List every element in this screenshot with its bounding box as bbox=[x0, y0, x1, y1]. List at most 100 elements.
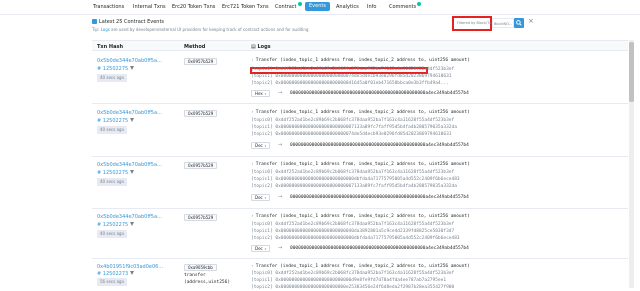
col-logs-label: Logs bbox=[257, 44, 271, 50]
filter-icon[interactable] bbox=[130, 170, 135, 174]
topic2: [topic2] 0x000000000000000000000000000db… bbox=[251, 236, 460, 241]
tx-hash-link[interactable]: 0x4b01951f9c03ad0e06... bbox=[97, 264, 163, 270]
arrow-right-icon: → bbox=[278, 245, 283, 251]
block-link[interactable]: # 12502275 bbox=[97, 170, 135, 176]
tab-internal-txns[interactable]: Internal Txns bbox=[133, 3, 166, 13]
verified-dot-icon bbox=[297, 2, 302, 6]
decode-select[interactable]: Dec bbox=[251, 142, 271, 149]
filter-icon[interactable] bbox=[130, 66, 135, 70]
chevron-right-icon[interactable]: › bbox=[251, 264, 254, 269]
events-summary: Latest 25 Contract Events bbox=[92, 19, 164, 25]
tx-hash-link[interactable]: 0x5b0de344e70ab0ff5a... bbox=[97, 110, 162, 116]
tab-events[interactable]: Events bbox=[305, 2, 330, 11]
method-badge: 0x0957b529 bbox=[184, 58, 218, 65]
event-signature: › Transfer (index_topic_1 address from, i… bbox=[251, 110, 470, 115]
age-badge: 40 secs ago bbox=[97, 230, 127, 238]
age-badge: 56 secs ago bbox=[97, 278, 127, 286]
log-data-value: 0000000000000000000000000000000000000000… bbox=[290, 195, 469, 200]
decode-select[interactable]: Hex bbox=[251, 90, 271, 97]
search-icon bbox=[516, 20, 522, 26]
event-signature: › Transfer (index_topic_1 address from, i… bbox=[251, 162, 470, 167]
chevron-right-icon[interactable]: › bbox=[251, 58, 254, 63]
table-header: Txn Hash Method ▤ Logs bbox=[92, 40, 628, 51]
row-divider bbox=[92, 156, 628, 157]
block-number: # 12502275 bbox=[97, 170, 129, 176]
topic2: [topic2] 0x000000000000000000000000074de… bbox=[251, 132, 452, 137]
topic1: [topic1] 0x000000000000000000000000040da… bbox=[251, 229, 455, 234]
filter-input[interactable]: BlockNO... bbox=[492, 18, 514, 28]
log-data-value: 0000000000000000000000000000000000000000… bbox=[290, 143, 469, 148]
method-badge: 0xa9059cbb bbox=[184, 264, 217, 271]
comments-dot-icon bbox=[417, 2, 422, 6]
row-divider bbox=[92, 208, 628, 209]
tx-hash-link[interactable]: 0x5b0de344e70ab0ff5a... bbox=[97, 58, 162, 64]
age-badge: 40 secs ago bbox=[97, 126, 127, 134]
topic0: [topic0] 0xddf252ad1be2c89b69c2b068fc378… bbox=[251, 67, 455, 72]
scrollbar-thumb[interactable] bbox=[629, 42, 634, 102]
arrow-right-icon: → bbox=[278, 90, 283, 96]
filter-type-select[interactable]: Filtered by Block/Tx bbox=[452, 16, 492, 31]
row-divider bbox=[92, 103, 628, 104]
topic0: [topic0] 0xddf252ad1be2c89b69c2b068fc378… bbox=[251, 170, 455, 175]
tab-analytics[interactable]: Analytics bbox=[336, 3, 359, 13]
search-button[interactable] bbox=[514, 18, 524, 28]
topic1: [topic1] 0x000000000000000000000000000db… bbox=[251, 177, 460, 182]
event-signature-text: Transfer (index_topic_1 address from, in… bbox=[255, 162, 470, 167]
age-badge: 40 secs ago bbox=[97, 178, 127, 186]
topic0: [topic0] 0xddf252ad1be2c89b69c2b068fc378… bbox=[251, 222, 455, 227]
topic0: [topic0] 0xddf252ad1be2c89b69c2b068fc378… bbox=[251, 118, 455, 123]
tab-comments[interactable]: Comments bbox=[389, 2, 422, 13]
filter-icon[interactable] bbox=[130, 222, 135, 226]
filter-label: Filtered by Block/Tx bbox=[457, 21, 492, 25]
filter-icon[interactable] bbox=[130, 271, 135, 275]
method-badge: 0x0957b529 bbox=[184, 162, 218, 169]
topic2: [topic2] 0x00000000000000000000000000713… bbox=[251, 184, 457, 189]
close-icon[interactable]: × bbox=[528, 17, 534, 25]
event-signature-text: Transfer (index_topic_1 address from, in… bbox=[255, 58, 470, 63]
event-signature-text: Transfer (index_topic_1 address from, in… bbox=[255, 264, 470, 269]
topic2: [topic2] 0x0000000000000000000000008d164… bbox=[251, 81, 449, 86]
tab-transactions[interactable]: Transactions bbox=[93, 3, 124, 13]
method-function-args: (address,uint256) bbox=[184, 280, 231, 285]
logs-link[interactable]: Logs bbox=[101, 27, 110, 32]
event-signature-text: Transfer (index_topic_1 address from, in… bbox=[255, 214, 470, 219]
block-number: # 12502273 bbox=[97, 271, 129, 277]
log-data-value: 0000000000000000000000000000000000000000… bbox=[290, 91, 469, 96]
col-logs: ▤ Logs bbox=[251, 44, 271, 50]
tab-info[interactable]: Info bbox=[367, 3, 376, 13]
col-method: Method bbox=[184, 44, 206, 50]
block-link[interactable]: # 12502273 bbox=[97, 271, 135, 277]
tx-hash-link[interactable]: 0x5b0de344e70ab0ff5a... bbox=[97, 214, 162, 220]
event-signature-text: Transfer (index_topic_1 address from, in… bbox=[255, 110, 470, 115]
tab-erc20-token-txns[interactable]: Erc20 Token Txns bbox=[172, 3, 215, 13]
decode-select[interactable]: Dec bbox=[251, 194, 271, 201]
topic1: [topic1] 0x00000000000000000000000000713… bbox=[251, 125, 457, 130]
block-number: # 12502275 bbox=[97, 66, 129, 72]
chevron-right-icon[interactable]: › bbox=[251, 214, 254, 219]
tab-contract[interactable]: Contract bbox=[275, 2, 302, 13]
col-txhash: Txn Hash bbox=[97, 44, 124, 50]
tab-contract-label: Contract bbox=[275, 4, 297, 10]
block-link[interactable]: # 12502275 bbox=[97, 66, 135, 72]
topic1: [topic1] 0x00000000000000000000000000d9e… bbox=[251, 278, 447, 283]
topic0: [topic0] 0xddf252ad1be2c89b69c2b068fc378… bbox=[251, 271, 455, 276]
log-data-value: 0000000000000000000000000000000000000000… bbox=[290, 246, 469, 251]
block-link[interactable]: # 12502275 bbox=[97, 118, 135, 124]
tab-erc721-token-txns[interactable]: Erc721 Token Txns bbox=[222, 3, 269, 13]
block-link[interactable]: # 12502275 bbox=[97, 222, 135, 228]
method-badge: 0x0957b529 bbox=[184, 110, 218, 117]
filter-icon[interactable] bbox=[130, 118, 135, 122]
tx-hash-link[interactable]: 0x5b0de344e70ab0ff5a... bbox=[97, 162, 162, 168]
event-signature: › Transfer (index_topic_1 address from, i… bbox=[251, 214, 470, 219]
method-badge: 0x0957b529 bbox=[184, 214, 218, 221]
chevron-right-icon[interactable]: › bbox=[251, 110, 254, 115]
event-signature: › Transfer (index_topic_1 address from, i… bbox=[251, 58, 470, 63]
sort-icon bbox=[92, 19, 97, 24]
scrollbar[interactable] bbox=[629, 40, 634, 288]
chevron-right-icon[interactable]: › bbox=[251, 162, 254, 167]
decode-select[interactable]: Dec bbox=[251, 245, 271, 252]
row-divider bbox=[92, 258, 628, 259]
tip-text: Tip: Logs are used by developers/externa… bbox=[92, 27, 308, 32]
block-number: # 12502275 bbox=[97, 118, 129, 124]
summary-text: Latest 25 Contract Events bbox=[99, 19, 165, 25]
